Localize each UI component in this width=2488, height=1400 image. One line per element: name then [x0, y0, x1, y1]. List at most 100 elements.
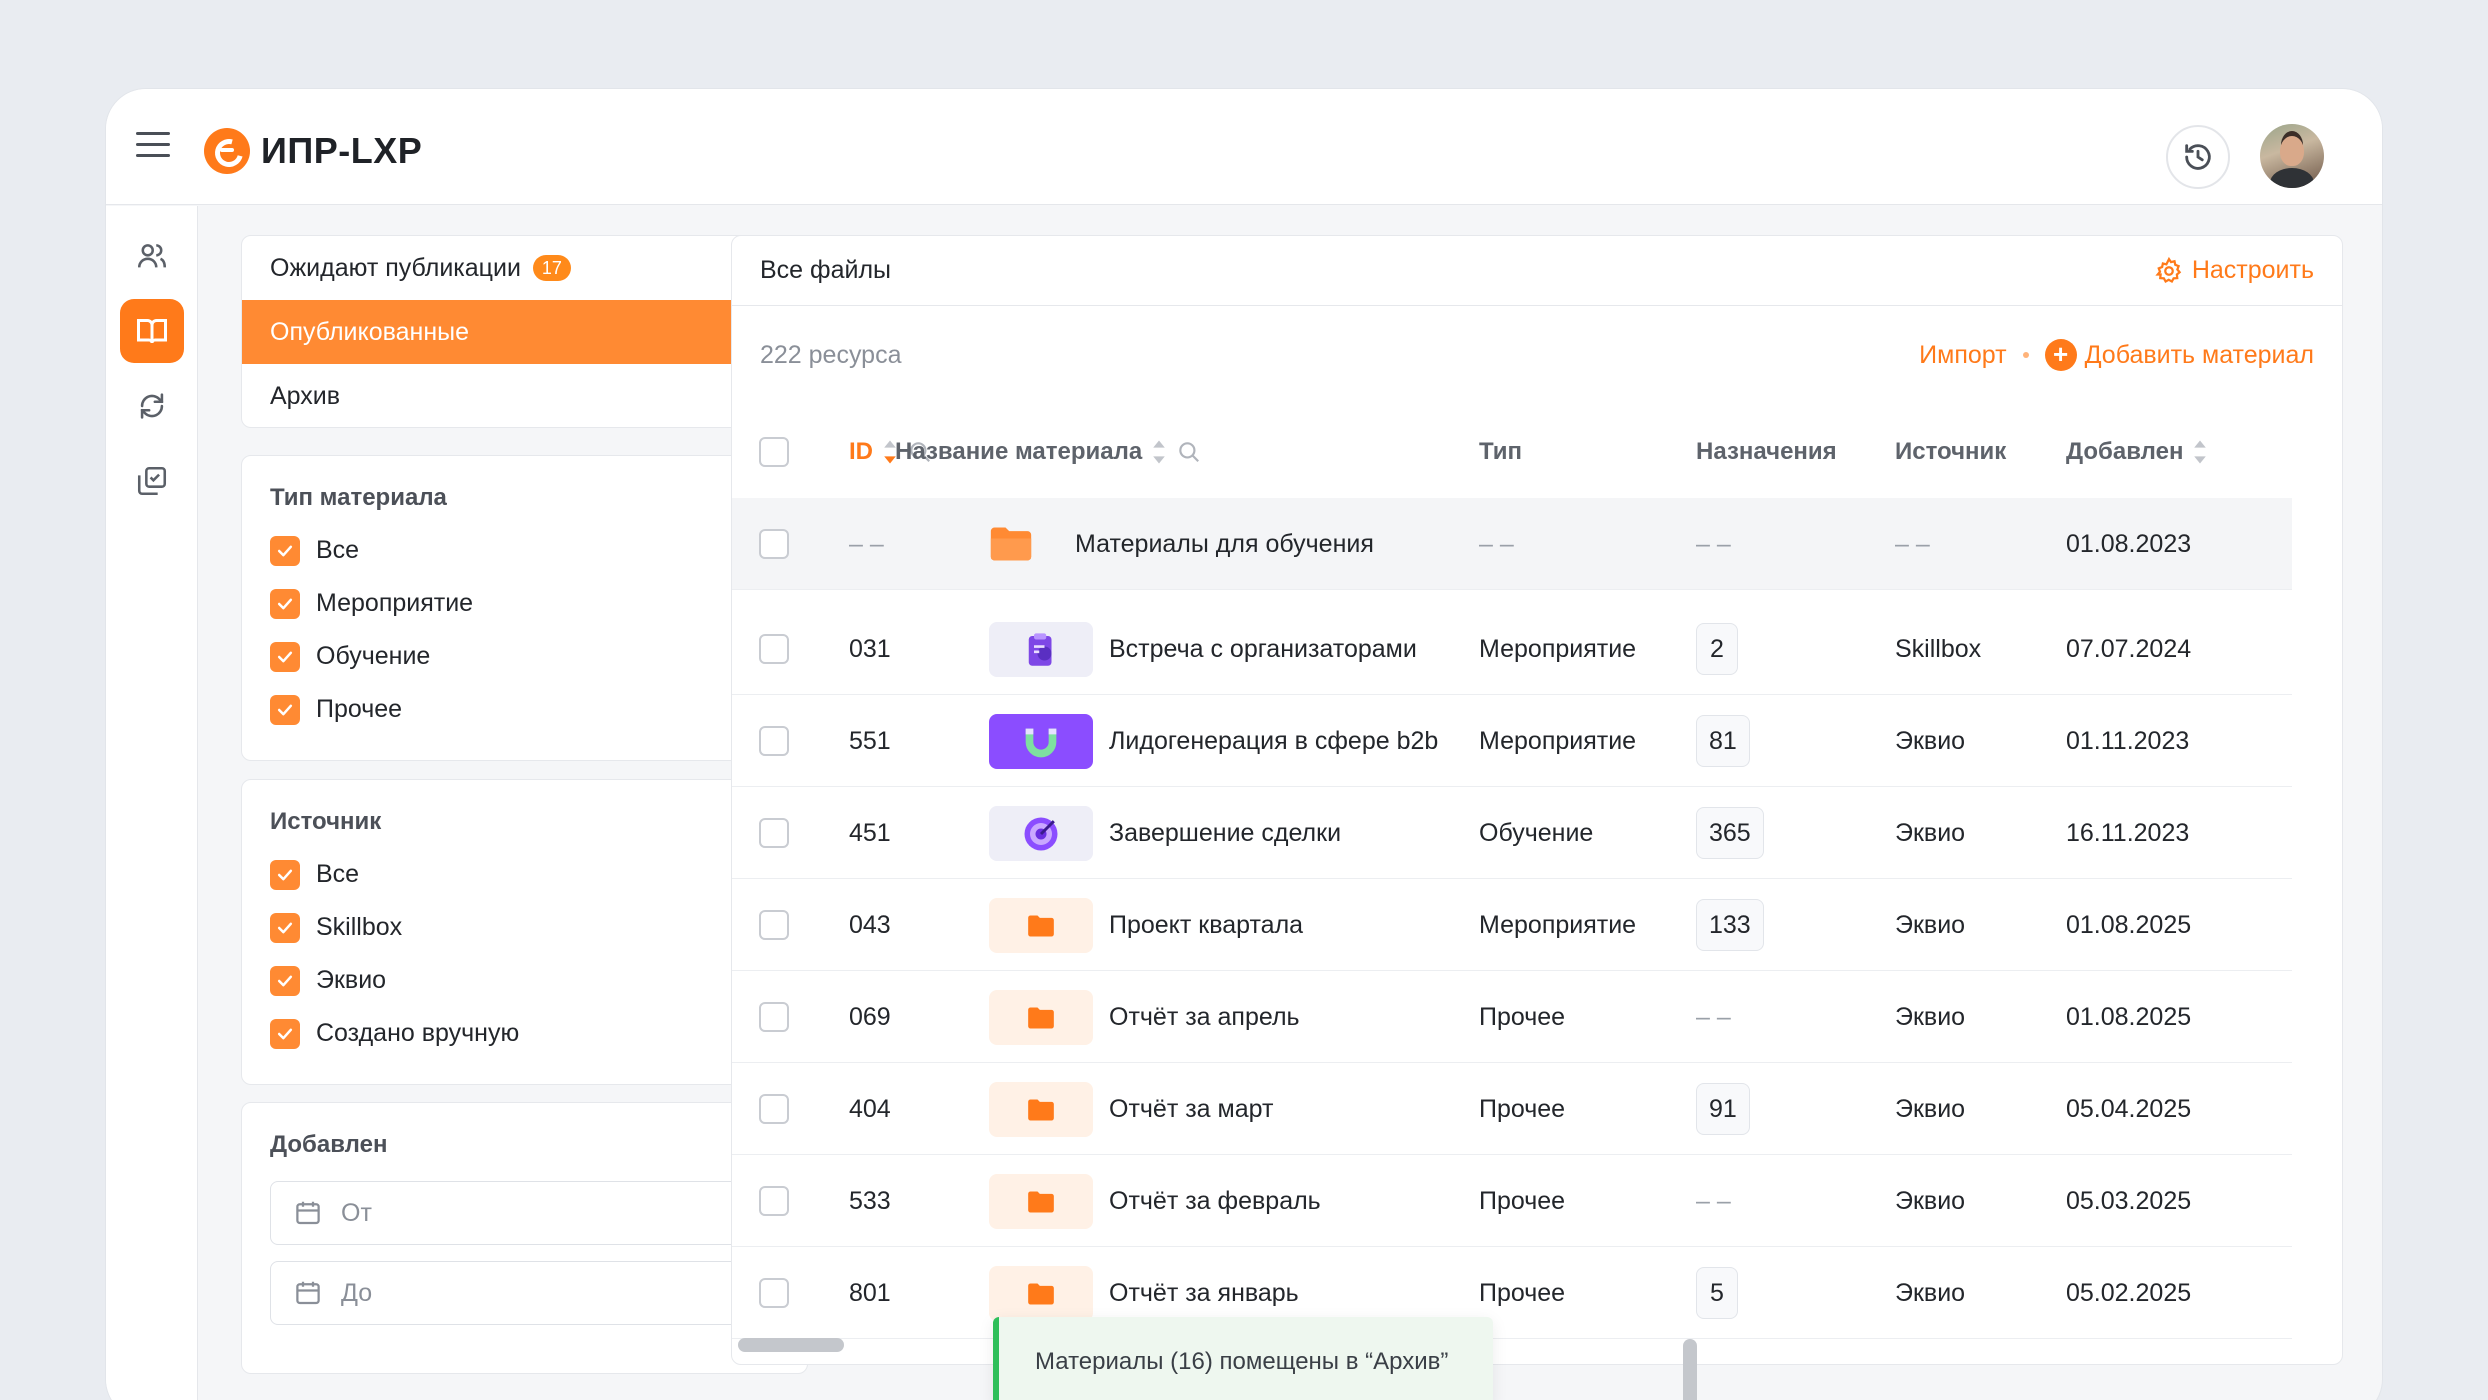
table-row[interactable]: 031 Встреча с организаторами Мероприятие…: [732, 603, 2292, 695]
assignments-badge[interactable]: 91: [1696, 1083, 1750, 1135]
configure-button[interactable]: Настроить: [2154, 256, 2314, 286]
table-row[interactable]: 069 Отчёт за апрель Прочее – – Эквио 01.…: [732, 971, 2292, 1063]
cell-assignments: – –: [1696, 529, 1731, 558]
toast-message: Материалы (16) помещены в “Архив”: [1035, 1348, 1449, 1375]
source-option-all[interactable]: Все: [242, 848, 807, 901]
table-row-folder[interactable]: – – Материалы для обучения – – – – – – 0…: [732, 498, 2292, 590]
status-archive[interactable]: Архив: [242, 364, 807, 427]
assignments-badge[interactable]: 5: [1696, 1267, 1738, 1319]
cell-type: Мероприятие: [1479, 726, 1637, 755]
status-published[interactable]: Опубликованные: [242, 300, 807, 364]
cell-id: – –: [849, 529, 884, 558]
menu-icon[interactable]: [136, 132, 170, 160]
table-row[interactable]: 404 Отчёт за март Прочее 91 Эквио 05.04.…: [732, 1063, 2292, 1155]
sort-icon[interactable]: [1150, 439, 1168, 465]
cell-added: 01.11.2023: [2066, 726, 2190, 755]
cell-added: 16.11.2023: [2066, 818, 2190, 847]
checkbox-checked[interactable]: [270, 912, 300, 943]
assignments-badge[interactable]: 81: [1696, 715, 1750, 767]
rail-tasks[interactable]: [120, 449, 184, 513]
assignments-badge[interactable]: 365: [1696, 807, 1764, 859]
table-row[interactable]: 451 Завершение сделки Обучение 365 Эквио…: [732, 787, 2292, 879]
table-row[interactable]: 801 Отчёт за январь Прочее 5 Эквио 05.02…: [732, 1247, 2292, 1339]
table-row[interactable]: 043 Проект квартала Мероприятие 133 Экви…: [732, 879, 2292, 971]
checkbox-checked[interactable]: [270, 641, 300, 672]
rail-users[interactable]: [120, 224, 184, 288]
assignments-badge[interactable]: 2: [1696, 623, 1738, 675]
cell-id: 533: [849, 1186, 891, 1215]
col-name-label: Название материала: [895, 438, 1143, 465]
row-checkbox[interactable]: [759, 634, 789, 664]
date-filter-header[interactable]: Добавлен: [242, 1103, 807, 1159]
type-option-training[interactable]: Обучение: [242, 630, 807, 683]
type-option-other[interactable]: Прочее: [242, 683, 807, 736]
col-name[interactable]: Название материала: [895, 438, 1202, 466]
type-option-event[interactable]: Мероприятие: [242, 577, 807, 630]
history-button[interactable]: [2166, 125, 2230, 189]
type-option-all[interactable]: Все: [242, 524, 807, 577]
sort-icon[interactable]: [2191, 439, 2209, 465]
user-avatar[interactable]: [2260, 124, 2324, 188]
cell-assignments: – –: [1696, 1002, 1731, 1031]
option-label: Обучение: [316, 642, 431, 670]
source-option-ekvio[interactable]: Эквио: [242, 954, 807, 1007]
table-row[interactable]: 551 Лидогенерация в сфере b2b Мероприяти…: [732, 695, 2292, 787]
cell-id: 404: [849, 1094, 891, 1123]
rail-sync[interactable]: [120, 374, 184, 438]
row-checkbox[interactable]: [759, 529, 789, 559]
type-filter-header[interactable]: Тип материала: [242, 456, 807, 512]
date-to-input[interactable]: До: [270, 1261, 779, 1325]
checkbox-checked[interactable]: [270, 535, 300, 566]
cell-assignments: 91: [1696, 1063, 1750, 1155]
table-row[interactable]: 533 Отчёт за февраль Прочее – – Эквио 05…: [732, 1155, 2292, 1247]
date-from-placeholder: От: [341, 1198, 372, 1227]
calendar-icon: [296, 1281, 320, 1305]
checkbox-checked[interactable]: [270, 694, 300, 725]
checkbox-checked[interactable]: [270, 588, 300, 619]
row-checkbox[interactable]: [759, 910, 789, 940]
cell-source: Эквио: [1895, 1186, 1966, 1215]
users-icon: [137, 244, 167, 268]
col-added[interactable]: Добавлен: [2066, 438, 2209, 466]
table-header: ID Название материала Тип Назначения Ист…: [732, 406, 2342, 498]
checkbox-checked[interactable]: [270, 1018, 300, 1049]
cell-name: Лидогенерация в сфере b2b: [1109, 726, 1439, 755]
date-to-placeholder: До: [341, 1278, 373, 1307]
source-option-manual[interactable]: Создано вручную: [242, 1007, 807, 1060]
files-toolbar: 222 ресурса Импорт + Добавить материал: [732, 306, 2342, 404]
cell-source: Эквио: [1895, 1002, 1966, 1031]
assignments-badge[interactable]: 133: [1696, 899, 1764, 951]
date-from-input[interactable]: От: [270, 1181, 779, 1245]
import-button[interactable]: Импорт: [1919, 341, 2006, 370]
cell-type: Прочее: [1479, 1002, 1566, 1031]
row-checkbox[interactable]: [759, 726, 789, 756]
app-title: ИПР-LXP: [261, 130, 423, 171]
checkbox-checked[interactable]: [270, 965, 300, 996]
row-checkbox[interactable]: [759, 1186, 789, 1216]
row-checkbox[interactable]: [759, 1094, 789, 1124]
check-icon: [277, 1028, 293, 1039]
option-label: Эквио: [316, 966, 387, 994]
row-checkbox[interactable]: [759, 818, 789, 848]
option-label: Все: [316, 860, 360, 888]
cell-type: Мероприятие: [1479, 634, 1637, 663]
checklist-icon: [137, 466, 167, 496]
type-filter-title: Тип материала: [270, 484, 447, 511]
check-icon: [277, 704, 293, 715]
source-filter-header[interactable]: Источник: [242, 780, 807, 836]
horizontal-scrollbar[interactable]: [738, 1338, 844, 1352]
option-label: Прочее: [316, 695, 403, 723]
source-option-skillbox[interactable]: Skillbox: [242, 901, 807, 954]
add-material-button[interactable]: + Добавить материал: [2044, 339, 2314, 371]
magnet-icon: [989, 714, 1093, 769]
status-pending[interactable]: Ожидают публикации 17: [242, 236, 807, 300]
rail-library[interactable]: [120, 299, 184, 363]
row-checkbox[interactable]: [759, 1002, 789, 1032]
select-all-checkbox[interactable]: [759, 437, 789, 467]
cell-assignments: 133: [1696, 879, 1764, 971]
checkbox-checked[interactable]: [270, 859, 300, 890]
search-icon[interactable]: [1176, 439, 1202, 465]
cell-type: Обучение: [1479, 818, 1594, 847]
vertical-scrollbar[interactable]: [1683, 1339, 1697, 1400]
row-checkbox[interactable]: [759, 1278, 789, 1308]
